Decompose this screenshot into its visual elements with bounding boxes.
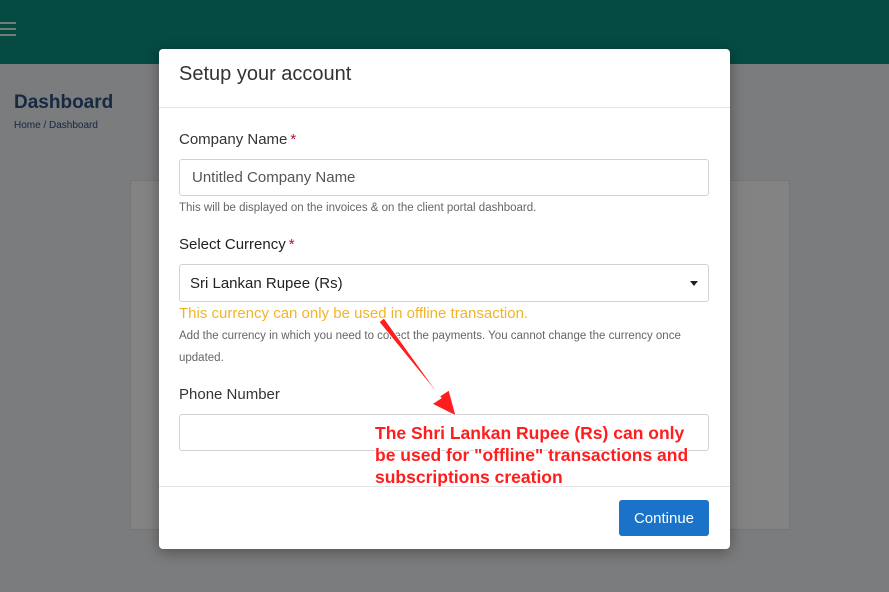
annotation-line: be used for "offline" transactions and	[375, 445, 689, 465]
select-currency-label: Select Currency *	[179, 236, 295, 253]
required-mark: *	[288, 236, 295, 253]
company-name-label-text: Company Name	[179, 131, 288, 148]
currency-section-highlight: Select Currency * Sri Lankan Rupee (Rs) T…	[167, 226, 716, 379]
chevron-down-icon	[690, 280, 698, 286]
modal-footer: Continue	[159, 486, 730, 549]
annotation-text: The Shri Lankan Rupee (Rs) can only be u…	[375, 422, 715, 488]
annotation-line: The Shri Lankan Rupee (Rs) can only	[375, 423, 685, 443]
modal-title: Setup your account	[179, 63, 352, 85]
continue-button[interactable]: Continue	[619, 500, 709, 536]
phone-number-label: Phone Number	[179, 386, 280, 403]
modal-header: Setup your account	[159, 49, 730, 108]
required-mark: *	[290, 131, 297, 148]
currency-select-value: Sri Lankan Rupee (Rs)	[190, 274, 343, 292]
annotation-line: subscriptions creation	[375, 467, 563, 487]
company-name-input[interactable]	[179, 159, 709, 196]
currency-help: Add the currency in which you need to co…	[179, 330, 681, 364]
company-name-label: Company Name *	[179, 131, 296, 148]
select-currency-label-text: Select Currency	[179, 236, 286, 253]
company-name-help: This will be displayed on the invoices &…	[179, 202, 537, 214]
currency-select[interactable]: Sri Lankan Rupee (Rs)	[179, 264, 709, 302]
currency-warning: This currency can only be used in offlin…	[179, 305, 529, 322]
